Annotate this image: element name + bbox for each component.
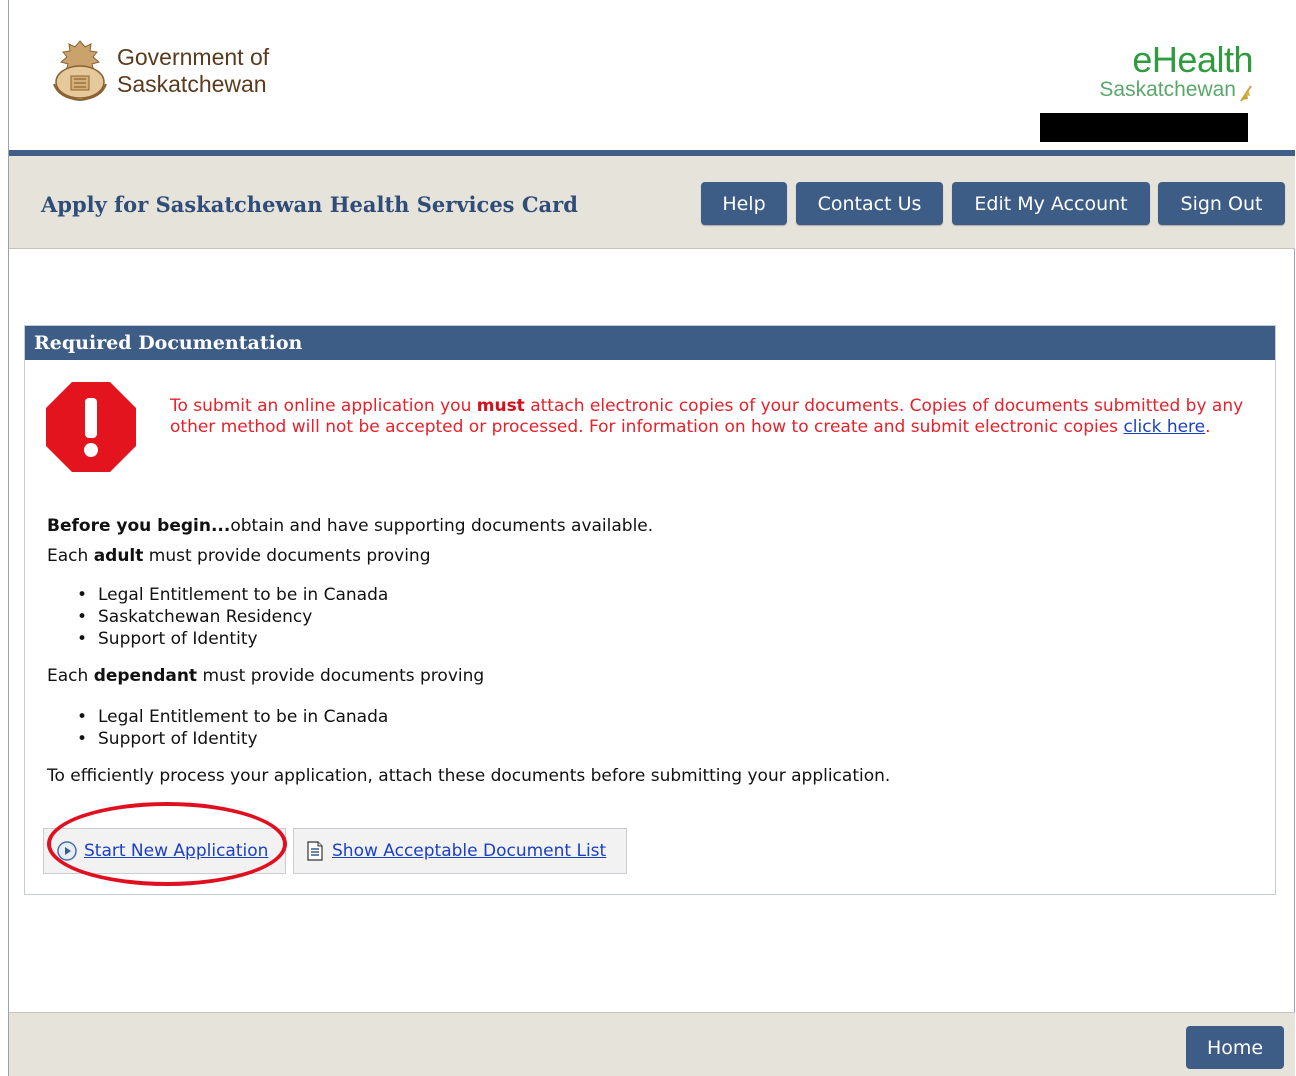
- document-icon: [307, 841, 323, 861]
- warning-text-1: To submit an online application you: [170, 396, 477, 416]
- show-document-list-button[interactable]: Show Acceptable Document List: [293, 828, 627, 874]
- wheat-icon: [1240, 85, 1252, 102]
- edit-my-account-button[interactable]: Edit My Account: [952, 182, 1150, 225]
- show-document-list-link[interactable]: Show Acceptable Document List: [332, 841, 606, 861]
- gov-name-line2: Saskatchewan: [117, 71, 267, 97]
- title-bar: Apply for Saskatchewan Health Services C…: [9, 150, 1295, 249]
- ehealth-subtitle: Saskatchewan: [1099, 78, 1236, 101]
- click-here-link[interactable]: click here: [1123, 417, 1205, 437]
- header: Government of Saskatchewan eHealth Saska…: [9, 0, 1295, 150]
- page-title: Apply for Saskatchewan Health Services C…: [41, 192, 578, 217]
- warning-text-3: .: [1205, 417, 1211, 437]
- panel-title: Required Documentation: [25, 326, 1275, 360]
- contact-us-button[interactable]: Contact Us: [796, 182, 943, 225]
- help-button[interactable]: Help: [701, 182, 787, 225]
- adult-requirements-intro: Each adult must provide documents provin…: [47, 546, 431, 566]
- list-item: Saskatchewan Residency: [77, 606, 388, 628]
- adult-requirements-list: Legal Entitlement to be in Canada Saskat…: [77, 584, 388, 650]
- before-you-begin: Before you begin...obtain and have suppo…: [47, 516, 654, 536]
- dependant-requirements-intro: Each dependant must provide documents pr…: [47, 666, 485, 686]
- list-item: Support of Identity: [77, 728, 388, 750]
- required-documentation-panel: Required Documentation To submit an onli…: [24, 325, 1276, 895]
- warning-must: must: [476, 396, 525, 416]
- government-logo[interactable]: Government of Saskatchewan: [49, 38, 269, 104]
- list-item: Legal Entitlement to be in Canada: [77, 584, 388, 606]
- play-circle-icon: [57, 841, 77, 861]
- ehealth-title: eHealth: [1132, 39, 1253, 80]
- sign-out-button[interactable]: Sign Out: [1158, 182, 1285, 225]
- efficiency-note: To efficiently process your application,…: [47, 766, 891, 786]
- redacted-block: [1040, 113, 1248, 142]
- start-new-application-button[interactable]: Start New Application: [43, 828, 286, 874]
- gov-name-line1: Government of: [117, 44, 270, 70]
- submission-warning: To submit an online application you must…: [170, 396, 1260, 438]
- list-item: Support of Identity: [77, 628, 388, 650]
- ehealth-logo[interactable]: eHealth Saskatchewan: [1099, 42, 1253, 102]
- footer-bar: Home: [9, 1012, 1295, 1076]
- stop-warning-icon: [46, 382, 136, 472]
- list-item: Legal Entitlement to be in Canada: [77, 706, 388, 728]
- dependant-requirements-list: Legal Entitlement to be in Canada Suppor…: [77, 706, 388, 750]
- start-new-application-link[interactable]: Start New Application: [84, 841, 268, 861]
- home-button[interactable]: Home: [1186, 1026, 1284, 1069]
- crest-icon: [53, 40, 107, 102]
